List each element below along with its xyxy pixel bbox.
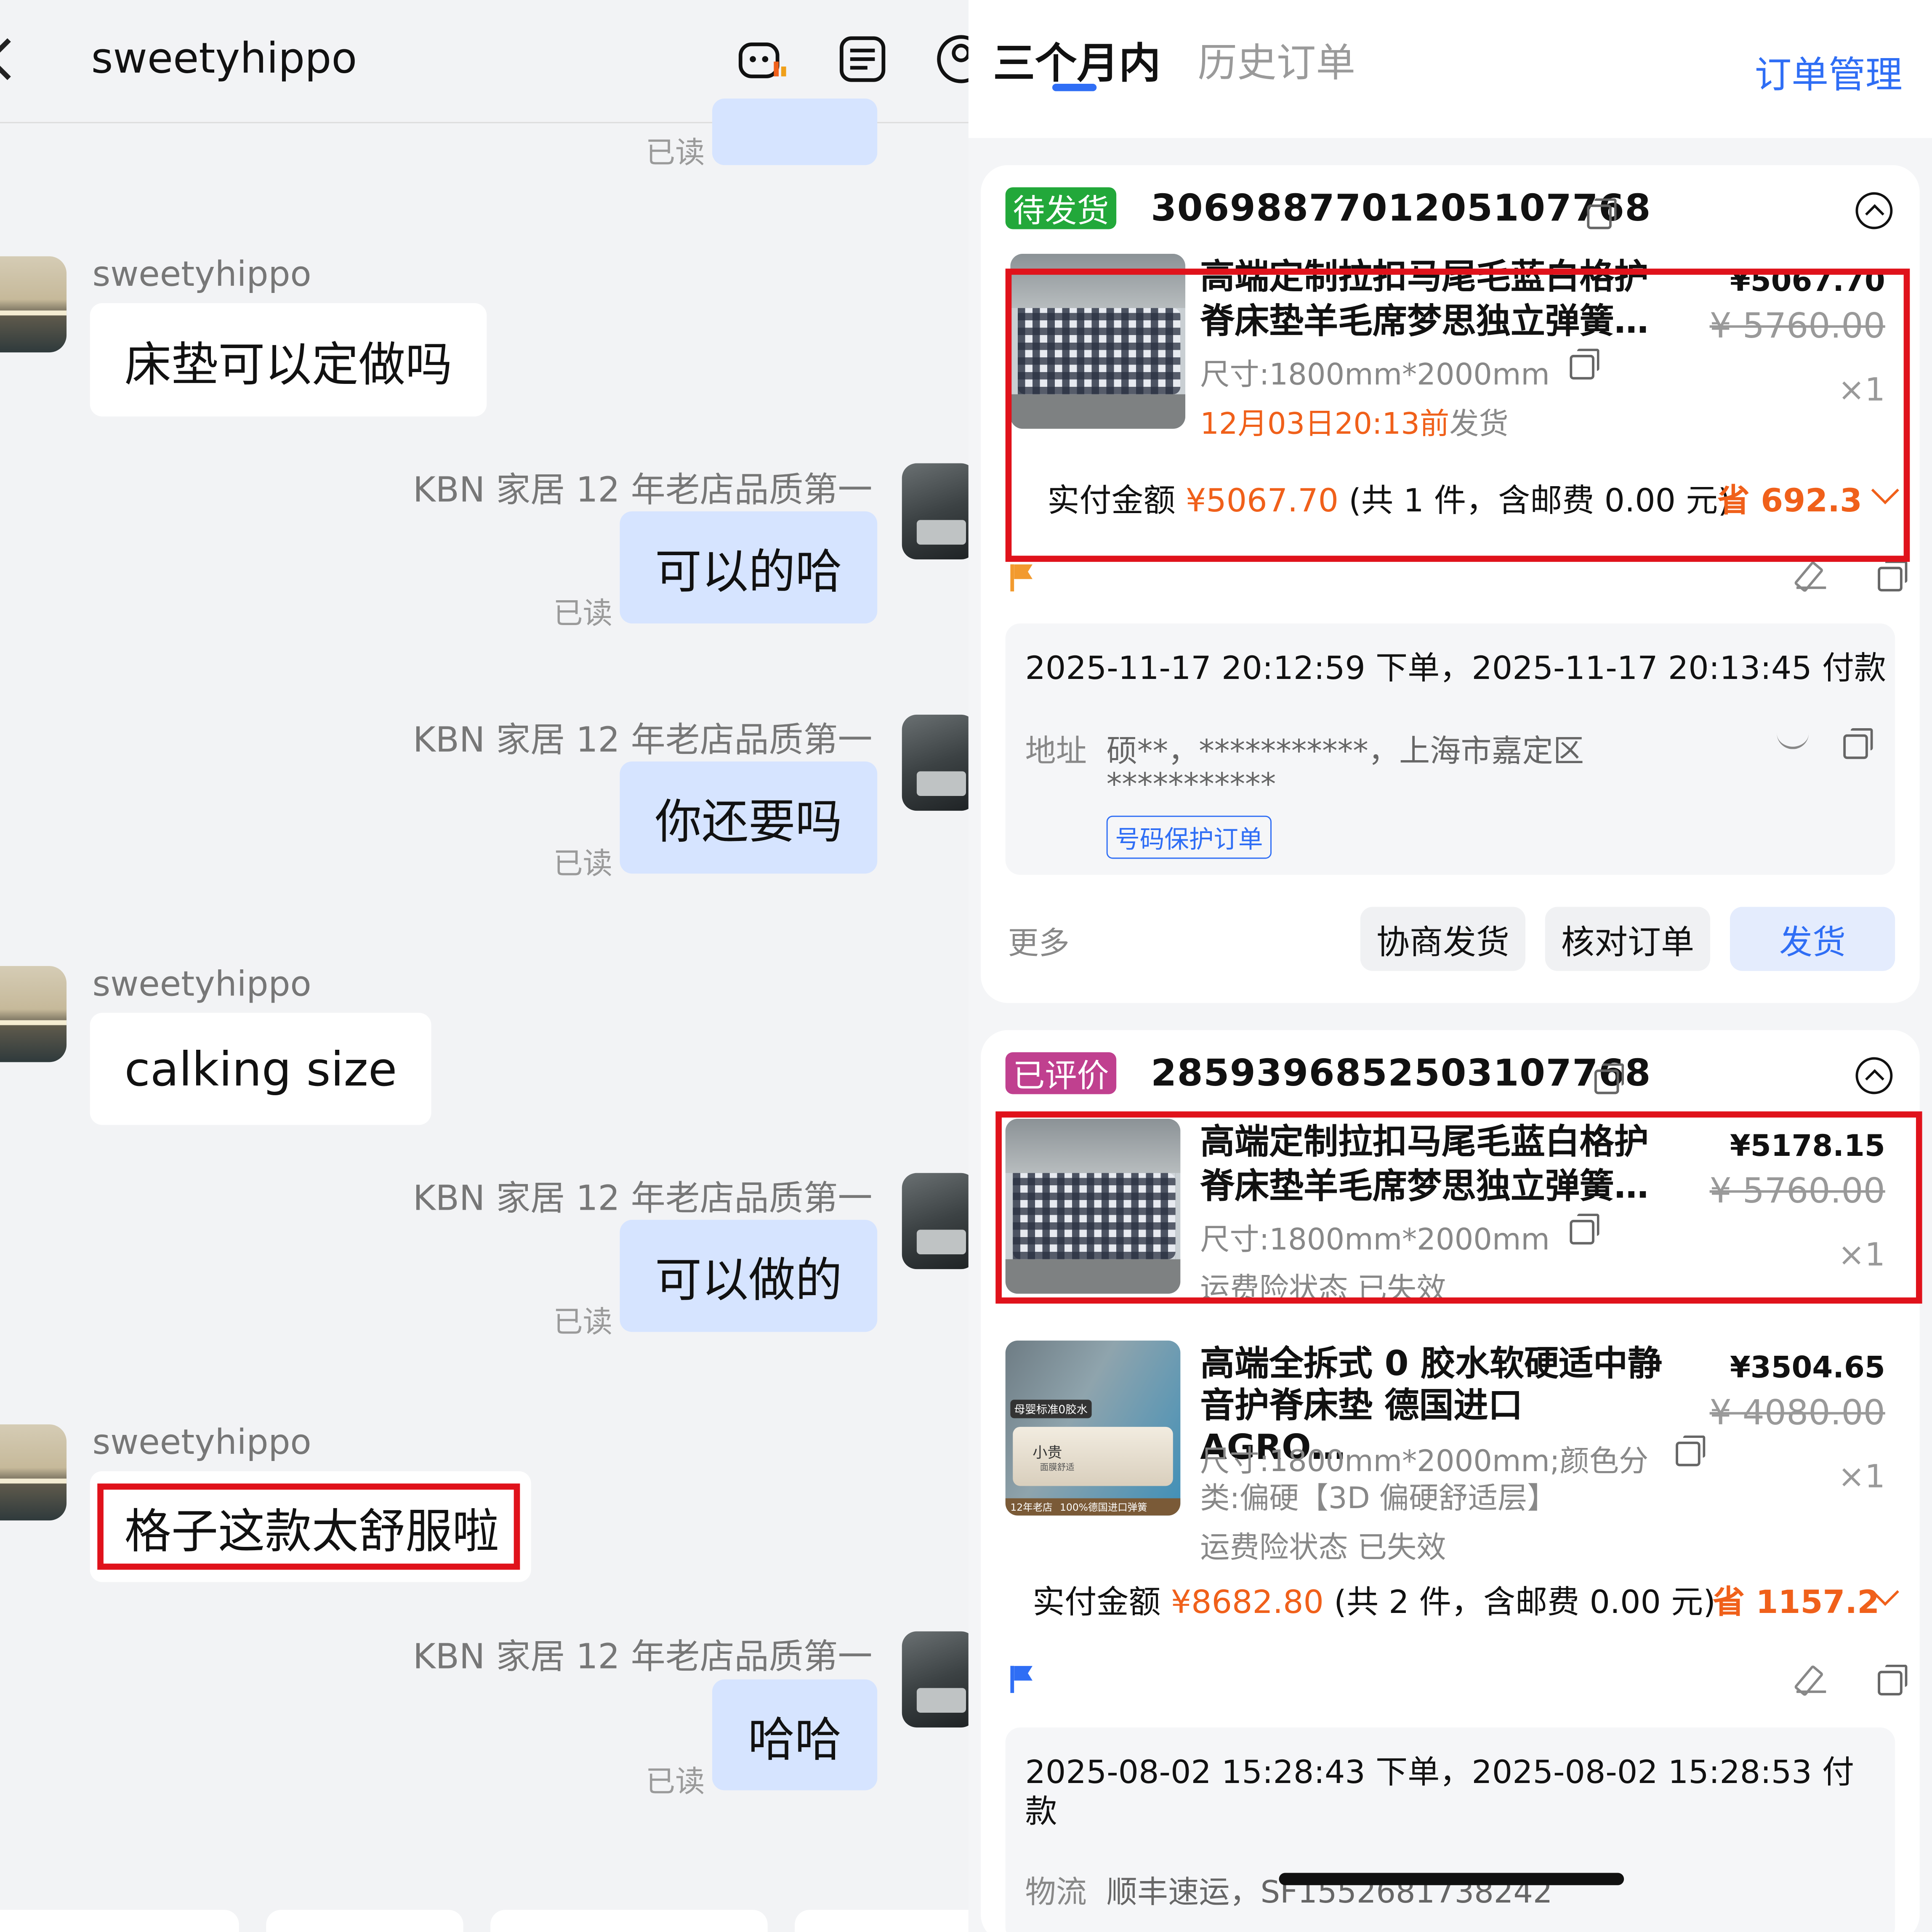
tab-indicator xyxy=(1052,84,1097,91)
copy-icon[interactable] xyxy=(1594,1063,1624,1094)
verify-order-button[interactable]: 核对订单 xyxy=(1545,907,1711,971)
message-bubble[interactable]: 哈哈 xyxy=(712,1679,878,1791)
sender-name: sweetyhippo xyxy=(92,254,311,295)
sender-name: KBN 家居 12 年老店品质第一 xyxy=(413,1178,873,1219)
message-text: calking size xyxy=(124,1042,397,1096)
avatar[interactable] xyxy=(0,1424,67,1521)
avatar[interactable] xyxy=(902,463,969,559)
read-status: 已读 xyxy=(553,846,612,881)
order-number: 3069887701205107768 xyxy=(1151,187,1651,231)
avatar[interactable] xyxy=(0,256,67,353)
sender-name: KBN 家居 12 年老店品质第一 xyxy=(413,469,873,510)
copy-icon[interactable] xyxy=(1878,1664,1908,1695)
eye-hidden-icon[interactable] xyxy=(1777,732,1809,749)
logistics-label: 物流 xyxy=(1025,1874,1087,1910)
highlight-box xyxy=(1005,269,1910,562)
back-arrow-icon[interactable] xyxy=(0,38,29,80)
product-price: ¥3504.65 xyxy=(1730,1350,1885,1385)
tab-history[interactable]: 历史订单 xyxy=(1198,32,1355,89)
freight-insurance-status: 运费险状态 已失效 xyxy=(1200,1530,1446,1565)
order-timeline: 2025-08-02 15:28:43 下单，2025-08-02 15:28:… xyxy=(1025,1754,1855,1792)
read-status: 已读 xyxy=(645,1764,705,1799)
sender-name: KBN 家居 12 年老店品质第一 xyxy=(413,1636,873,1677)
message-bubble[interactable]: 可以做的 xyxy=(620,1220,878,1332)
original-price: ¥ 4080.00 xyxy=(1709,1392,1885,1433)
avatar[interactable] xyxy=(0,966,67,1062)
product-image[interactable]: 母婴标准0胶水 小贵 面膜舒适 12年老店 100%德国进口弹簧 xyxy=(1005,1340,1181,1516)
toolbar-button[interactable] xyxy=(490,1910,768,1932)
order-manage-link[interactable]: 订单管理 xyxy=(1754,44,1902,98)
collapse-icon[interactable] xyxy=(1855,1057,1893,1094)
ship-button[interactable]: 发货 xyxy=(1730,907,1895,971)
quantity: ×1 xyxy=(1838,1458,1885,1496)
message-text: 可以做的 xyxy=(655,1253,842,1307)
avatar[interactable] xyxy=(902,714,969,811)
sender-name: sweetyhippo xyxy=(92,963,311,1004)
sender-name: sweetyhippo xyxy=(92,1422,311,1463)
collapse-icon[interactable] xyxy=(1855,192,1893,229)
paid-amount-line: 实付金额 ¥8682.80 (共 2 件，含邮费 0.00 元) xyxy=(1033,1584,1716,1622)
flag-icon[interactable] xyxy=(1010,564,1033,592)
robot-icon[interactable] xyxy=(734,32,789,86)
orders-header: 三个月内 历史订单 订单管理 xyxy=(968,0,1932,138)
order-info-box: 2025-11-17 20:12:59 下单，2025-11-17 20:13:… xyxy=(1005,623,1895,875)
copy-icon[interactable] xyxy=(1587,198,1617,229)
privacy-protect-tag: 号码保护订单 xyxy=(1106,815,1272,859)
sender-name: KBN 家居 12 年老店品质第一 xyxy=(413,719,873,761)
chat-panel: sweetyhippo 已读 sweetyhippo 床垫可以定做吗 KBN 家… xyxy=(0,0,969,1932)
status-badge: 待发货 xyxy=(1005,187,1117,230)
user-icon[interactable] xyxy=(934,32,969,86)
message-bubble[interactable]: calking size xyxy=(90,1013,432,1125)
order-info-box: 2025-08-02 15:28:43 下单，2025-08-02 15:28:… xyxy=(1005,1727,1895,1932)
message-bubble-partial[interactable] xyxy=(712,98,878,165)
status-badge: 已评价 xyxy=(1005,1052,1117,1095)
chat-title: sweetyhippo xyxy=(91,34,357,84)
highlight-box xyxy=(97,1483,520,1570)
toolbar-button[interactable] xyxy=(0,1910,239,1932)
address-label: 地址 xyxy=(1025,733,1087,769)
product-name[interactable]: 高端全拆式 0 胶水软硬适中静 xyxy=(1200,1343,1676,1385)
note-icon[interactable] xyxy=(836,32,890,86)
message-bubble[interactable]: 你还要吗 xyxy=(620,761,878,874)
read-status: 已读 xyxy=(553,596,612,631)
tab-three-months[interactable]: 三个月内 xyxy=(993,29,1160,90)
address-value: 硕**，***********，上海市嘉定区 xyxy=(1106,733,1584,769)
copy-icon[interactable] xyxy=(1843,728,1873,759)
read-status: 已读 xyxy=(553,1305,612,1339)
highlight-box xyxy=(995,1111,1922,1304)
order-number: 2859396852503107768 xyxy=(1151,1052,1651,1096)
edit-icon[interactable] xyxy=(1796,1663,1826,1693)
avatar[interactable] xyxy=(902,1173,969,1269)
order-timeline-line2: 款 xyxy=(1025,1794,1057,1831)
more-link[interactable]: 更多 xyxy=(1008,919,1070,963)
message-text: 你还要吗 xyxy=(655,795,842,849)
avatar[interactable] xyxy=(902,1631,969,1728)
copy-icon[interactable] xyxy=(1676,1435,1706,1466)
home-indicator xyxy=(1279,1873,1624,1885)
message-text: 哈哈 xyxy=(748,1712,842,1767)
message-text: 可以的哈 xyxy=(655,544,842,599)
message-bubble[interactable]: 床垫可以定做吗 xyxy=(90,303,487,417)
negotiate-shipping-button[interactable]: 协商发货 xyxy=(1360,907,1525,971)
saved-amount: 省 1157.2 xyxy=(1712,1584,1880,1622)
order-timeline: 2025-11-17 20:12:59 下单，2025-11-17 20:13:… xyxy=(1025,650,1887,688)
toolbar-button[interactable] xyxy=(266,1910,463,1932)
orders-panel: 三个月内 历史订单 订单管理 待发货 3069887701205107768 高… xyxy=(968,0,1932,1932)
toolbar-button[interactable] xyxy=(795,1910,969,1932)
message-bubble[interactable]: 可以的哈 xyxy=(620,511,878,624)
edit-icon[interactable] xyxy=(1796,559,1826,589)
copy-icon[interactable] xyxy=(1878,560,1908,592)
flag-icon[interactable] xyxy=(1010,1666,1033,1693)
message-text: 床垫可以定做吗 xyxy=(124,337,452,391)
product-spec-line2: 类:偏硬【3D 偏硬舒适层】 xyxy=(1200,1481,1557,1516)
read-status: 已读 xyxy=(645,136,705,170)
address-value-line2: *********** xyxy=(1106,766,1276,802)
